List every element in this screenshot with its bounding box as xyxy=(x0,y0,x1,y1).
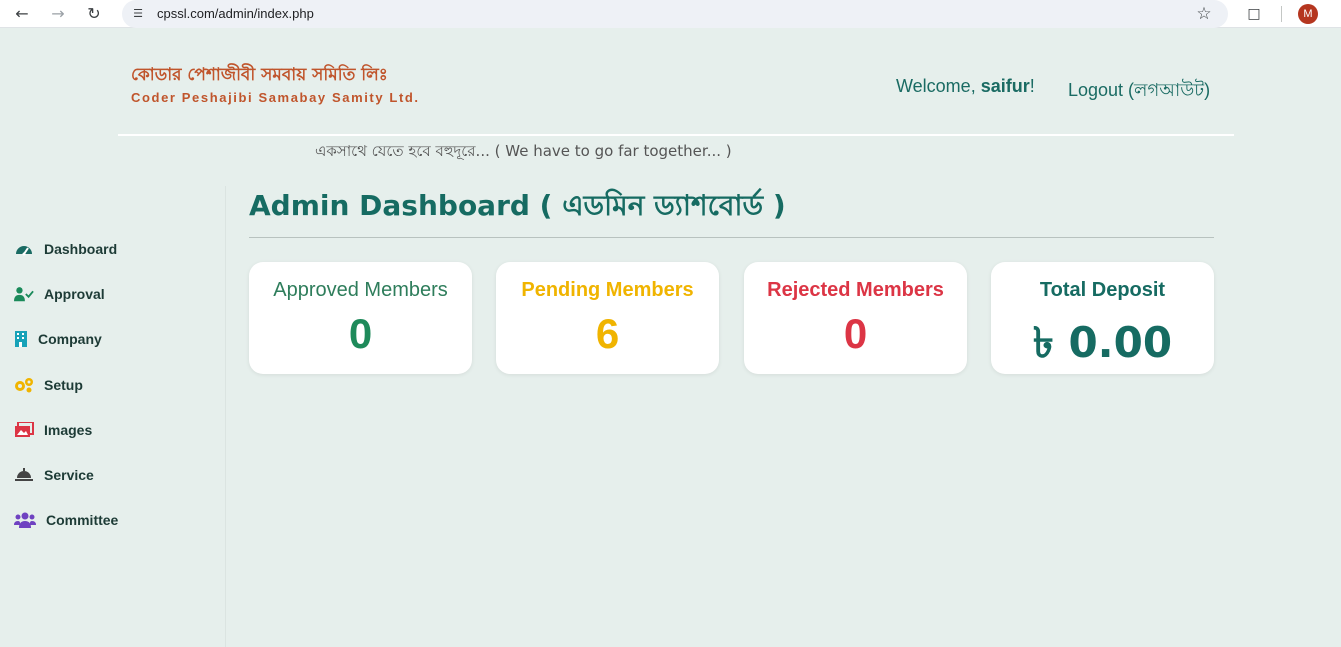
sidebar-item-label: Setup xyxy=(44,377,83,393)
bookmark-star-icon[interactable]: ☆ xyxy=(1194,4,1214,24)
images-icon xyxy=(14,421,34,439)
card-title: Approved Members xyxy=(273,279,448,301)
card-title: Pending Members xyxy=(521,279,694,301)
card-value: ৳ 0.00 xyxy=(1032,318,1173,367)
users-icon xyxy=(14,511,36,529)
sidebar-item-label: Dashboard xyxy=(44,241,118,257)
page-title: Admin Dashboard ( এডমিন ড্যাশবোর্ড ) xyxy=(249,189,786,222)
brand-name-english[interactable]: Coder Peshajibi Samabay Samity Ltd. xyxy=(131,90,420,105)
gears-icon xyxy=(14,376,34,394)
card-approved-members[interactable]: Approved Members 0 xyxy=(249,262,472,374)
sidebar-item-setup[interactable]: Setup xyxy=(14,373,83,397)
sidebar: Dashboard Approval Company Setup Images … xyxy=(0,186,226,647)
card-title: Rejected Members xyxy=(767,279,944,301)
welcome-suffix: ! xyxy=(1029,76,1035,96)
card-title: Total Deposit xyxy=(1039,279,1166,301)
title-divider xyxy=(249,237,1214,238)
browser-toolbar: ← → ↻ ☰ cpssl.com/admin/index.php ☆ □ M xyxy=(0,0,1341,28)
bell-concierge-icon xyxy=(14,466,34,484)
username: saifur xyxy=(980,76,1030,96)
sidebar-item-label: Images xyxy=(44,422,93,438)
welcome-message: Welcome, saifur! xyxy=(896,76,1035,97)
sidebar-item-committee[interactable]: Committee xyxy=(14,508,118,532)
card-value: 0 xyxy=(843,310,868,357)
tagline-marquee: একসাথে যেতে হবে বহুদূরে... ( We have to … xyxy=(315,142,732,160)
address-bar[interactable]: ☰ cpssl.com/admin/index.php xyxy=(122,0,1228,28)
sidebar-item-service[interactable]: Service xyxy=(14,463,94,487)
sidebar-item-label: Approval xyxy=(44,286,105,302)
card-rejected-members[interactable]: Rejected Members 0 xyxy=(744,262,967,374)
sidebar-item-label: Service xyxy=(44,467,94,483)
sidebar-item-images[interactable]: Images xyxy=(14,418,92,442)
sidebar-item-label: Company xyxy=(38,331,102,347)
forward-icon[interactable]: → xyxy=(48,4,68,24)
sidebar-item-company[interactable]: Company xyxy=(14,327,102,351)
site-info-icon[interactable]: ☰ xyxy=(130,6,146,22)
logout-link[interactable]: Logout (লগআউট) xyxy=(1068,76,1210,107)
card-value: 6 xyxy=(595,310,620,357)
toolbar-divider xyxy=(1281,6,1282,22)
building-icon xyxy=(14,330,28,348)
user-check-icon xyxy=(14,285,34,303)
sidebar-item-dashboard[interactable]: Dashboard xyxy=(14,237,117,261)
sidebar-item-approval[interactable]: Approval xyxy=(14,282,105,306)
extensions-icon[interactable]: □ xyxy=(1244,4,1264,24)
card-pending-members[interactable]: Pending Members 6 xyxy=(496,262,719,374)
brand-name-bengali[interactable]: কোডার পেশাজীবী সমবায় সমিতি লিঃ xyxy=(131,62,388,90)
card-value: 0 xyxy=(348,310,373,357)
url-text[interactable]: cpssl.com/admin/index.php xyxy=(157,6,314,21)
gauge-icon xyxy=(14,240,34,258)
welcome-prefix: Welcome, xyxy=(896,76,981,96)
back-icon[interactable]: ← xyxy=(12,4,32,24)
card-total-deposit[interactable]: Total Deposit ৳ 0.00 xyxy=(991,262,1214,374)
profile-avatar[interactable]: M xyxy=(1298,4,1318,24)
header-divider xyxy=(118,134,1234,136)
sidebar-item-label: Committee xyxy=(46,512,119,528)
reload-icon[interactable]: ↻ xyxy=(84,4,104,24)
